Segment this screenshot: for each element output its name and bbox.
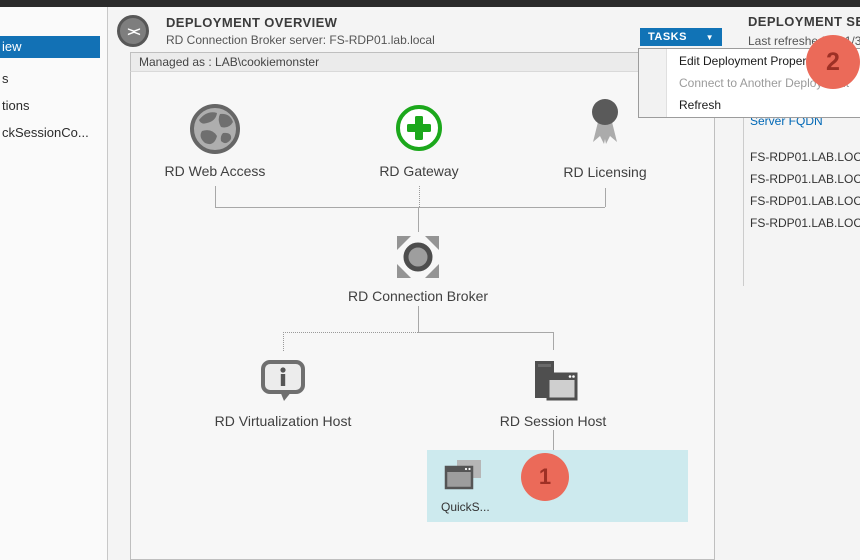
connector-bottom-horizontal-dotted: [283, 332, 418, 333]
connector-webaccess-stub: [215, 186, 216, 207]
sidebar: iew s tions ckSessionCo...: [0, 7, 107, 560]
connector-broker-top-stub: [418, 207, 419, 232]
server-row[interactable]: FS-RDP01.LAB.LOCAL: [750, 150, 860, 165]
node-label-licensing[interactable]: RD Licensing: [535, 164, 675, 180]
collection-label[interactable]: QuickS...: [441, 500, 490, 514]
connector-top-horizontal: [215, 207, 605, 208]
connector-broker-bottom-stub: [418, 306, 419, 332]
node-label-connection-broker[interactable]: RD Connection Broker: [338, 288, 498, 304]
connector-bottom-horizontal-solid: [418, 332, 553, 333]
deployment-servers-title: DEPLOYMENT SERVERS: [748, 14, 860, 30]
rds-overview-icon: ><: [117, 15, 149, 47]
page-subtitle: RD Connection Broker server: FS-RDP01.la…: [166, 33, 435, 47]
connection-broker-icon[interactable]: [394, 233, 442, 286]
tasks-button[interactable]: TASKS ▼: [640, 28, 722, 46]
collection-windows-icon[interactable]: [443, 458, 485, 501]
sidebar-item-servers[interactable]: s: [0, 69, 107, 89]
sidebar-item-overview[interactable]: iew: [0, 36, 100, 58]
annotation-badge-2: 2: [806, 35, 860, 89]
node-label-virtualization-host[interactable]: RD Virtualization Host: [203, 413, 363, 429]
connector-gateway-stub: [419, 186, 420, 207]
tasks-button-label: TASKS: [648, 31, 687, 43]
node-label-gateway[interactable]: RD Gateway: [349, 163, 489, 179]
managed-as-bar: Managed as : LAB\cookiemonster: [130, 52, 715, 72]
window-top-bar: [0, 0, 860, 7]
server-row[interactable]: FS-RDP01.LAB.LOCAL: [750, 194, 860, 209]
menu-icon-gutter: [639, 49, 667, 117]
server-table-border: [743, 106, 744, 286]
virtualization-host-icon[interactable]: [260, 359, 306, 408]
menu-item-refresh[interactable]: Refresh: [679, 94, 860, 116]
connector-virtualization-stub: [283, 332, 284, 351]
gateway-plus-icon[interactable]: [395, 104, 443, 157]
connector-sessionhost-stub: [553, 332, 554, 350]
node-label-web-access[interactable]: RD Web Access: [145, 163, 285, 179]
server-row[interactable]: FS-RDP01.LAB.LOCAL: [750, 172, 860, 187]
globe-icon[interactable]: [189, 103, 241, 160]
license-ribbon-icon[interactable]: [586, 98, 624, 155]
connector-collection-stub: [553, 430, 554, 450]
node-label-session-host[interactable]: RD Session Host: [473, 413, 633, 429]
sidebar-item-quicksessioncollection[interactable]: ckSessionCo...: [0, 123, 107, 143]
page-title: DEPLOYMENT OVERVIEW: [166, 15, 337, 30]
server-row[interactable]: FS-RDP01.LAB.LOCAL: [750, 216, 860, 231]
annotation-badge-1: 1: [521, 453, 569, 501]
sidebar-separator: [107, 7, 108, 560]
connector-licensing-stub: [605, 188, 606, 207]
chevron-down-icon: ▼: [706, 33, 714, 42]
session-host-icon[interactable]: [527, 358, 579, 411]
sidebar-item-collections[interactable]: tions: [0, 96, 107, 116]
